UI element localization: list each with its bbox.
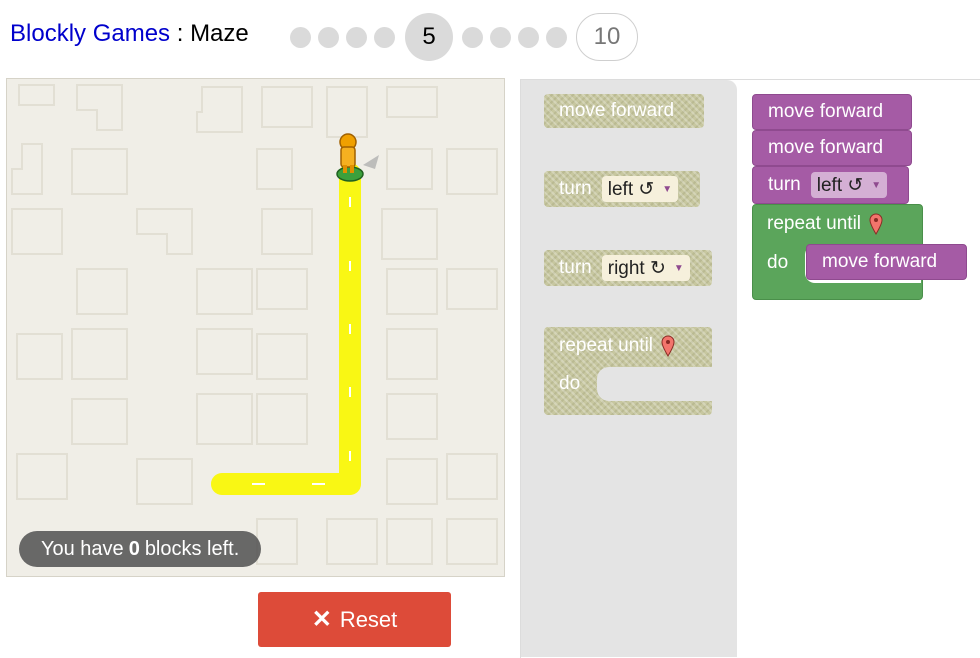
level-dot-8[interactable] — [518, 26, 539, 48]
chevron-down-icon: ▼ — [673, 262, 684, 274]
level-current[interactable]: 5 — [405, 13, 453, 61]
reset-button[interactable]: ✕ Reset — [258, 592, 451, 647]
block-label: move forward — [822, 251, 938, 272]
level-selector: 5 10 — [290, 12, 638, 62]
block-label: turn — [559, 178, 592, 199]
maze-svg — [11, 84, 498, 565]
level-dot-9[interactable] — [546, 26, 567, 48]
chevron-down-icon: ▼ — [662, 183, 673, 195]
program-move-forward-block[interactable]: move forward — [752, 130, 912, 166]
chevron-down-icon: ▼ — [871, 179, 882, 191]
level-last[interactable]: 10 — [576, 13, 638, 61]
level-dot-1[interactable] — [290, 26, 311, 48]
map-marker-icon — [661, 335, 675, 357]
path-dashes — [252, 197, 351, 485]
program-turn-block[interactable]: turn left ↺ ▼ — [752, 166, 909, 204]
turn-direction-dropdown[interactable]: right ↻ ▼ — [601, 255, 690, 281]
reset-label: Reset — [339, 606, 398, 632]
toolbox-repeat-until-block[interactable]: repeat until do — [544, 327, 712, 415]
capacity-suffix: blocks left. — [144, 537, 240, 560]
toolbox-move-forward-block[interactable]: move forward — [544, 94, 704, 128]
maze-board: You have 0 blocks left. — [6, 78, 505, 577]
do-label: do — [559, 373, 581, 394]
title-separator: : — [170, 20, 191, 47]
toolbox-turn-right-block[interactable]: turn right ↻ ▼ — [544, 250, 712, 286]
map-marker-icon — [869, 213, 883, 235]
level-dot-6[interactable] — [462, 26, 483, 48]
dropdown-value: left ↺ — [816, 174, 864, 196]
toolbox-turn-left-block[interactable]: turn left ↺ ▼ — [544, 171, 700, 207]
block-label: move forward — [768, 101, 884, 122]
level-dot-4[interactable] — [374, 26, 395, 48]
do-slot — [597, 367, 712, 401]
block-label: repeat until — [559, 335, 654, 356]
turn-direction-dropdown[interactable]: left ↺ ▼ — [601, 176, 679, 202]
dropdown-value: right ↻ — [607, 257, 666, 279]
block-label: move forward — [768, 137, 884, 158]
capacity-prefix: You have — [41, 537, 124, 560]
page-title: Blockly Games : Maze — [10, 20, 249, 48]
level-dot-7[interactable] — [490, 26, 511, 48]
brand-link[interactable]: Blockly Games — [10, 20, 170, 47]
level-dot-3[interactable] — [346, 26, 367, 48]
block-label: move forward — [559, 100, 675, 121]
level-dot-2[interactable] — [318, 26, 339, 48]
pegman-avatar — [336, 133, 379, 182]
game-name: Maze — [190, 20, 249, 47]
turn-direction-dropdown[interactable]: left ↺ ▼ — [810, 172, 888, 198]
capacity-count: 0 — [128, 537, 140, 560]
blocks-left-bubble: You have 0 blocks left. — [19, 531, 262, 567]
block-label: turn — [559, 257, 592, 278]
program-move-forward-block[interactable]: move forward — [752, 94, 912, 130]
block-label: repeat until — [767, 213, 862, 234]
dropdown-value: left ↺ — [607, 178, 655, 200]
close-icon: ✕ — [311, 606, 332, 633]
block-label: turn — [768, 174, 801, 195]
program-inner-move-forward-block[interactable]: move forward — [806, 244, 967, 280]
do-label: do — [767, 252, 789, 273]
